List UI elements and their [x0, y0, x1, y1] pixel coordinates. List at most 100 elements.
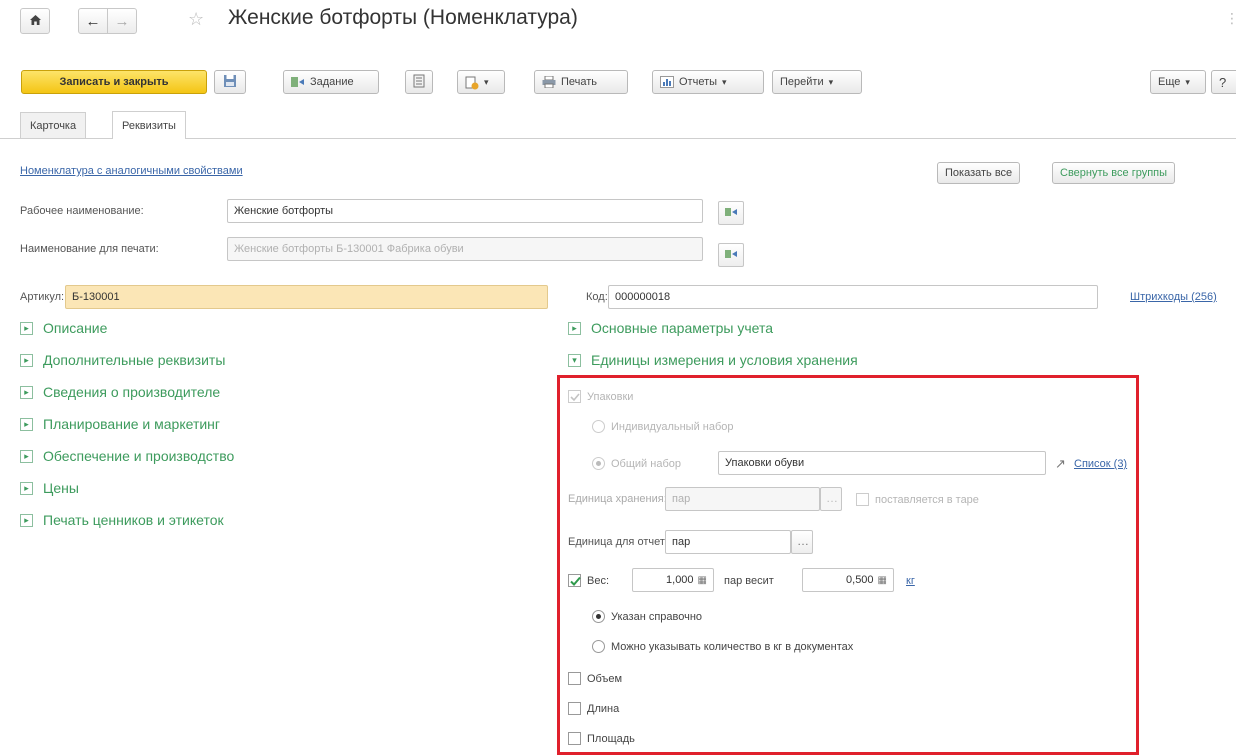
weight-checkbox[interactable]	[568, 574, 581, 587]
print-button-label: Печать	[561, 76, 598, 88]
group-price-tags[interactable]: ▸ Печать ценников и этикеток	[20, 512, 224, 528]
group-main-accounting-params[interactable]: ▸ Основные параметры учета	[568, 320, 773, 336]
expand-icon: ▸	[20, 353, 33, 367]
common-set-radio[interactable]	[592, 457, 605, 470]
article-label: Артикул:	[20, 291, 65, 303]
collapse-all-button[interactable]: Свернуть все группы	[1052, 162, 1176, 184]
volume-option[interactable]: Объем	[568, 672, 622, 685]
area-option[interactable]: Площадь	[568, 732, 635, 745]
code-field[interactable]: 000000018	[608, 285, 1098, 309]
tab-requisites[interactable]: Реквизиты	[112, 111, 186, 139]
individual-set-radio[interactable]	[592, 420, 605, 433]
common-set-option[interactable]: Общий набор	[592, 457, 681, 470]
weight-unit-link[interactable]: кг	[906, 575, 915, 587]
collapse-icon: ▾	[568, 353, 581, 367]
help-button[interactable]: ?	[1211, 70, 1236, 94]
weight-value: 0,500	[846, 574, 874, 586]
in-container-option[interactable]: поставляется в таре	[856, 493, 979, 506]
group-manufacturer-info[interactable]: ▸ Сведения о производителе	[20, 384, 220, 400]
in-container-checkbox[interactable]	[856, 493, 869, 506]
volume-checkbox[interactable]	[568, 672, 581, 685]
page-title: Женские ботфорты (Номенклатура)	[228, 6, 578, 29]
weight-reference-radio[interactable]	[592, 610, 605, 623]
document-list-icon	[413, 74, 425, 91]
arrow-right-icon: →	[114, 12, 130, 30]
report-unit-select-button[interactable]: …	[791, 530, 813, 554]
chevron-down-icon: ▾	[484, 76, 489, 87]
tab-card[interactable]: Карточка	[20, 112, 87, 138]
translate-button-1[interactable]	[718, 201, 744, 225]
expand-icon: ▸	[20, 321, 33, 335]
group-supply-production[interactable]: ▸ Обеспечение и производство	[20, 448, 234, 464]
reports-button-label: Отчеты	[679, 76, 718, 88]
weight-reference-label: Указан справочно	[611, 610, 703, 623]
calculator-icon[interactable]: ▦	[698, 575, 707, 586]
report-unit-field[interactable]: пар	[665, 530, 791, 554]
report-unit-label: Единица для отчетов:	[568, 536, 680, 548]
print-button[interactable]: Печать	[534, 70, 628, 94]
length-option[interactable]: Длина	[568, 702, 619, 715]
more-button[interactable]: Еще ▾	[1150, 70, 1206, 94]
calculator-icon[interactable]: ▦	[878, 575, 887, 586]
barcodes-link[interactable]: Штрихкоды (256)	[1130, 291, 1217, 303]
in-container-label: поставляется в таре	[875, 493, 979, 506]
weight-value-field[interactable]: 0,500 ▦	[802, 568, 894, 592]
show-all-button[interactable]: Показать все	[937, 162, 1021, 184]
expand-icon: ▸	[20, 513, 33, 527]
expand-icon: ▸	[20, 385, 33, 399]
expand-icon: ▸	[20, 417, 33, 431]
expand-icon: ▸	[20, 481, 33, 495]
save-and-close-button[interactable]: Записать и закрыть	[21, 70, 207, 94]
weight-quantity-field[interactable]: 1,000 ▦	[632, 568, 714, 592]
packages-checkbox[interactable]	[568, 390, 581, 403]
star-icon[interactable]: ☆	[188, 9, 204, 30]
group-label: Основные параметры учета	[591, 320, 774, 336]
weight-in-docs-radio[interactable]	[592, 640, 605, 653]
group-additional-requisites[interactable]: ▸ Дополнительные реквизиты	[20, 352, 225, 368]
reports-button[interactable]: Отчеты ▾	[652, 70, 764, 94]
work-name-label: Рабочее наименование:	[20, 205, 144, 217]
storage-unit-label: Единица хранения:	[568, 493, 667, 505]
storage-unit-select-button[interactable]: …	[820, 487, 842, 511]
weight-checkbox-row[interactable]: Вес:	[568, 574, 609, 587]
group-label: Сведения о производителе	[43, 384, 221, 400]
create-document-icon	[465, 76, 479, 90]
group-planning-marketing[interactable]: ▸ Планирование и маркетинг	[20, 416, 220, 432]
article-field[interactable]: Б-130001	[65, 285, 548, 309]
individual-set-label: Индивидуальный набор	[611, 420, 734, 433]
area-checkbox[interactable]	[568, 732, 581, 745]
common-set-field[interactable]: Упаковки обуви	[718, 451, 1046, 475]
expand-icon: ▸	[568, 321, 581, 335]
group-description[interactable]: ▸ Описание	[20, 320, 107, 336]
packages-checkbox-row[interactable]: Упаковки	[568, 390, 633, 403]
chart-icon	[660, 76, 674, 88]
ellipsis-icon: …	[797, 534, 809, 548]
group-units-storage[interactable]: ▾ Единицы измерения и условия хранения	[568, 352, 858, 368]
open-link-icon[interactable]: ↗	[1055, 456, 1066, 472]
work-name-field[interactable]: Женские ботфорты	[227, 199, 703, 223]
forward-button[interactable]: →	[107, 8, 137, 34]
weight-quantity-value: 1,000	[666, 574, 694, 586]
package-list-link[interactable]: Список (3)	[1074, 458, 1127, 470]
task-button-label: Задание	[310, 76, 354, 88]
task-button[interactable]: Задание	[283, 70, 379, 94]
weight-in-docs-option[interactable]: Можно указывать количество в кг в докуме…	[592, 640, 853, 653]
group-label: Планирование и маркетинг	[43, 416, 221, 432]
goto-button[interactable]: Перейти ▾	[772, 70, 862, 94]
printer-icon	[542, 75, 556, 89]
group-prices[interactable]: ▸ Цены	[20, 480, 79, 496]
save-button[interactable]	[214, 70, 246, 94]
length-checkbox[interactable]	[568, 702, 581, 715]
back-button[interactable]: ←	[78, 8, 108, 34]
weight-reference-option[interactable]: Указан справочно	[592, 610, 702, 623]
translate-button-2[interactable]	[718, 243, 744, 267]
storage-unit-field[interactable]: пар	[665, 487, 820, 511]
create-based-on-button[interactable]: ▾	[457, 70, 505, 94]
individual-set-option[interactable]: Индивидуальный набор	[592, 420, 734, 433]
window-menu-icon[interactable]: ⋮	[1225, 10, 1236, 27]
similar-items-link[interactable]: Номенклатура с аналогичными свойствами	[20, 165, 243, 177]
home-button[interactable]	[20, 8, 50, 34]
list-button[interactable]	[405, 70, 433, 94]
print-name-field[interactable]: Женские ботфорты Б-130001 Фабрика обуви	[227, 237, 703, 261]
print-name-label: Наименование для печати:	[20, 243, 159, 255]
